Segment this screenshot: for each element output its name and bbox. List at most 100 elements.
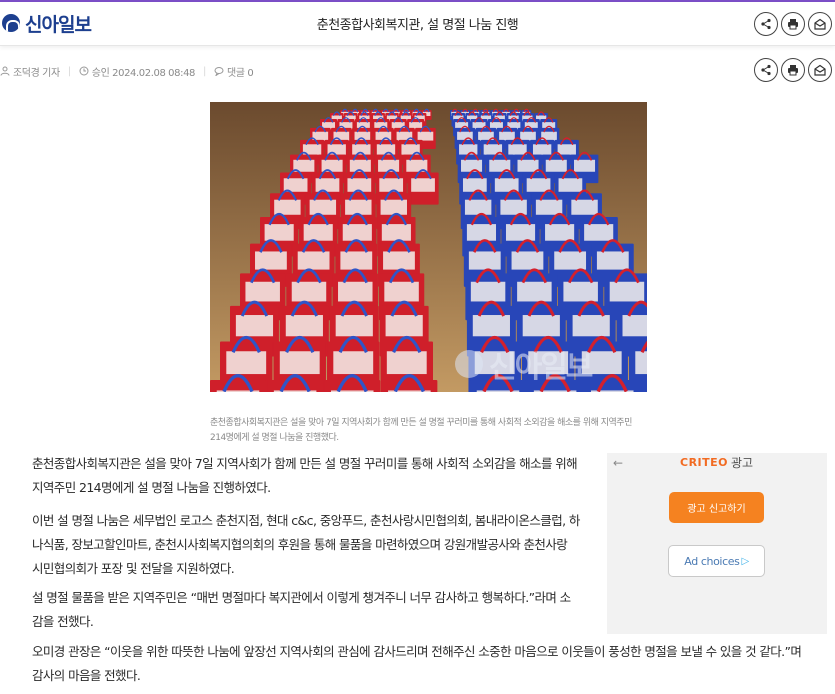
print-icon: [788, 19, 798, 30]
gift-bag-content: [381, 224, 411, 241]
gift-bag-content: [385, 315, 423, 337]
gift-bag-content: [264, 224, 294, 241]
article-paragraph: 춘천종합사회복지관은 설을 맞아 7일 지역사회가 함께 만든 설 명절 꾸러미…: [32, 456, 578, 495]
gift-bag-content: [379, 178, 404, 192]
print-icon: [788, 65, 798, 76]
gift-bag-content: [545, 224, 575, 241]
gift-bag-content: [596, 251, 629, 270]
gift-bag-content: [466, 224, 497, 241]
print-button[interactable]: [781, 12, 805, 36]
gift-bag-content: [279, 351, 320, 375]
meta-divider: |: [67, 65, 71, 77]
clock-icon: [79, 66, 89, 76]
gift-bag-content: [574, 159, 596, 172]
gift-bag-content: [297, 251, 330, 270]
comment-icon: [214, 67, 224, 76]
report-ad-button[interactable]: 광고 신고하기: [669, 492, 764, 523]
criteo-logo: CRITEO: [680, 456, 729, 469]
print-button-secondary[interactable]: [781, 58, 805, 82]
gift-bag-content: [468, 251, 501, 270]
gift-bag-content: [545, 159, 567, 172]
gift-bag-content: [303, 224, 333, 241]
gift-bag-content: [571, 199, 598, 215]
gift-bag-content: [274, 199, 301, 215]
photo-watermark: 신아일보: [455, 342, 593, 386]
gift-bag-content: [345, 199, 372, 215]
gift-bag-content: [499, 131, 515, 141]
site-header: 신아일보 춘천종합사회복지관, 설 명절 나눔 진행: [0, 2, 835, 46]
gift-bag-content: [572, 315, 610, 337]
article-photo: 신아일보: [210, 102, 647, 392]
gift-bag-content: [383, 251, 415, 270]
comment-count[interactable]: 댓글 0: [214, 64, 254, 79]
watermark-logo-icon: [455, 350, 483, 378]
approved-date: 승인 2024.02.08 08:48: [79, 64, 195, 79]
gift-bag-content: [472, 315, 510, 337]
gift-bag-content: [380, 199, 407, 215]
gift-bag-content: [386, 351, 427, 375]
gift-bag-content: [622, 315, 647, 337]
gift-bag-content: [563, 281, 598, 302]
share-button[interactable]: [754, 12, 778, 36]
share-button-secondary[interactable]: [754, 58, 778, 82]
article-paragraph: 설 명절 물품을 받은 지역주민은 “매번 명절마다 복지관에서 이렇게 챙겨주…: [32, 590, 571, 629]
gift-bag-content: [226, 351, 267, 375]
author-name: 조덕경 기자: [13, 67, 60, 79]
gift-bag-content: [321, 159, 343, 172]
gift-bag: [641, 380, 647, 392]
gift-bag-content: [517, 159, 539, 172]
adchoices-icon: ▷: [741, 555, 749, 567]
gift-bag-content: [338, 281, 373, 302]
email-button[interactable]: [808, 12, 832, 36]
gift-bag: [584, 380, 641, 392]
article-meta: 조덕경 기자 | 승인 2024.02.08 08:48 | 댓글 0: [0, 62, 254, 80]
ad-choices-button[interactable]: Ad choices ▷: [668, 545, 765, 577]
gift-bag-content: [500, 199, 527, 215]
email-icon: [814, 64, 826, 76]
gift-bag-content: [526, 178, 551, 192]
gift-bag-content: [554, 251, 587, 270]
ad-brand[interactable]: CRITEO 광고: [680, 454, 753, 471]
gift-bag-content: [478, 131, 494, 141]
email-icon: [814, 18, 826, 30]
gift-bag-content: [541, 131, 557, 141]
ad-back-arrow-icon[interactable]: ←: [613, 456, 623, 470]
gift-bag: [267, 380, 324, 392]
gift-bag-content: [342, 224, 372, 241]
gift-bag-content: [558, 178, 583, 192]
gift-bag-content: [235, 315, 274, 337]
gift-bag-content: [384, 281, 419, 302]
ad-box: ← CRITEO 광고 광고 신고하기 Ad choices ▷: [607, 453, 827, 634]
approved-date-text: 승인 2024.02.08 08:48: [91, 67, 196, 79]
gift-bag-content: [522, 315, 560, 337]
gift-bag-content: [532, 144, 552, 155]
gift-bag-content: [520, 131, 536, 141]
gift-bag-content: [417, 131, 434, 141]
gift-bag-content: [505, 224, 536, 241]
gift-bag-content: [462, 178, 487, 192]
header-article-title: 춘천종합사회복지관, 설 명절 나눔 진행: [316, 18, 519, 33]
gift-bag-content: [517, 281, 552, 302]
gift-bag-content: [396, 131, 413, 141]
email-button-secondary[interactable]: [808, 58, 832, 82]
gift-bag-content: [285, 315, 323, 337]
gift-bag-content: [511, 251, 544, 270]
gift-bag-content: [333, 131, 350, 141]
gift-bag-content: [315, 178, 340, 192]
gift-bag-content: [245, 281, 280, 302]
gift-bag-content: [584, 224, 614, 241]
author: 조덕경 기자: [0, 64, 60, 79]
gift-bag-content: [340, 251, 373, 270]
gift-bag-content: [354, 131, 371, 141]
gift-bag-content: [255, 251, 287, 270]
gift-bag-content: [333, 351, 374, 375]
gift-bag-content: [461, 159, 483, 172]
gift-bag-content: [411, 178, 435, 192]
gift-bag-content: [609, 281, 645, 302]
photo-caption: 춘천종합사회복지관은 설을 맞아 7일 지역사회가 함께 만든 설 명절 꾸러미…: [210, 418, 632, 443]
article-paragraph: 오미경 관장은 “이웃을 위한 따뜻한 나눔에 앞장선 지역사회의 관심에 감사…: [32, 644, 802, 683]
gift-bag-content: [335, 315, 373, 337]
person-icon: [0, 66, 10, 76]
comment-count-text: 댓글 0: [226, 67, 254, 79]
gift-bag-content: [309, 199, 337, 215]
